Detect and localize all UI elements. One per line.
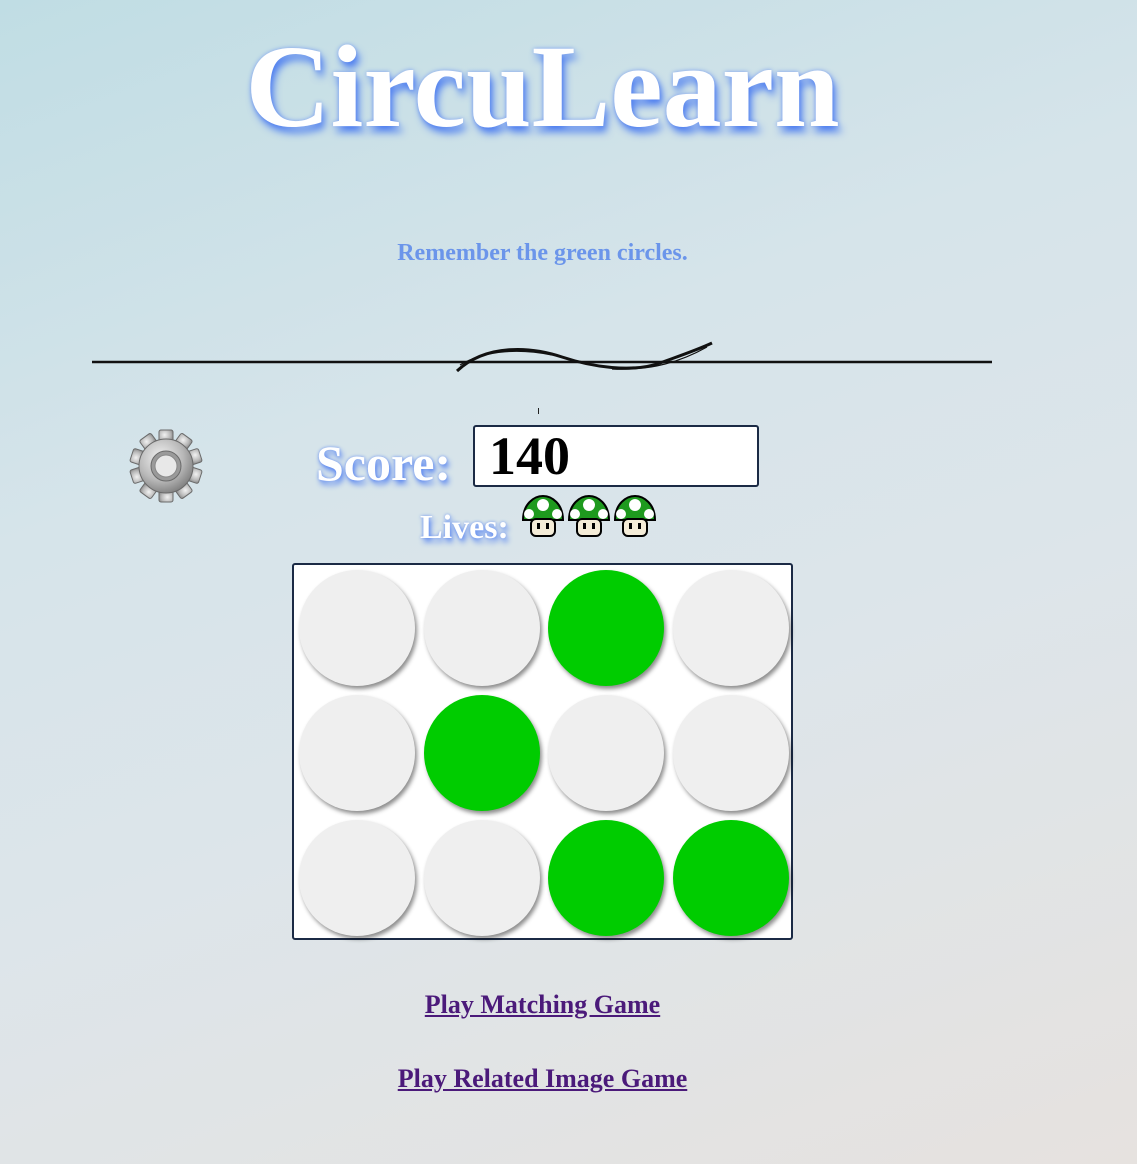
instruction-text: Remember the green circles. xyxy=(397,240,688,266)
divider-tick xyxy=(538,408,539,414)
circle-empty[interactable] xyxy=(423,820,540,936)
green-mushroom-icon xyxy=(613,494,657,537)
related-image-game-link-label[interactable]: Play Related Image Game xyxy=(398,1064,688,1093)
circle-empty[interactable] xyxy=(673,695,790,811)
circle-empty[interactable] xyxy=(423,570,540,686)
circle-green[interactable] xyxy=(548,820,665,936)
settings-gear-icon[interactable] xyxy=(128,428,204,504)
circle-green[interactable] xyxy=(423,695,540,811)
green-mushroom-icon xyxy=(521,494,565,537)
score-label: Score: xyxy=(316,435,452,491)
lives-label: Lives: xyxy=(420,509,509,546)
circle-empty[interactable] xyxy=(673,570,790,686)
circle-green[interactable] xyxy=(548,570,665,686)
matching-game-link[interactable]: Play Matching Game xyxy=(0,990,1085,1020)
app-title: CircuLearn xyxy=(245,21,840,152)
related-image-game-link[interactable]: Play Related Image Game xyxy=(0,1064,1085,1094)
green-mushroom-icon xyxy=(567,494,611,537)
circle-empty[interactable] xyxy=(299,570,415,686)
circle-empty[interactable] xyxy=(299,695,415,811)
circle-green[interactable] xyxy=(673,820,790,936)
game-board xyxy=(292,563,793,940)
circle-empty[interactable] xyxy=(299,820,415,936)
matching-game-link-label[interactable]: Play Matching Game xyxy=(425,990,660,1019)
circle-empty[interactable] xyxy=(548,695,665,811)
lives-icons xyxy=(520,494,660,542)
score-field[interactable] xyxy=(473,425,759,487)
ornamental-divider xyxy=(92,341,992,373)
